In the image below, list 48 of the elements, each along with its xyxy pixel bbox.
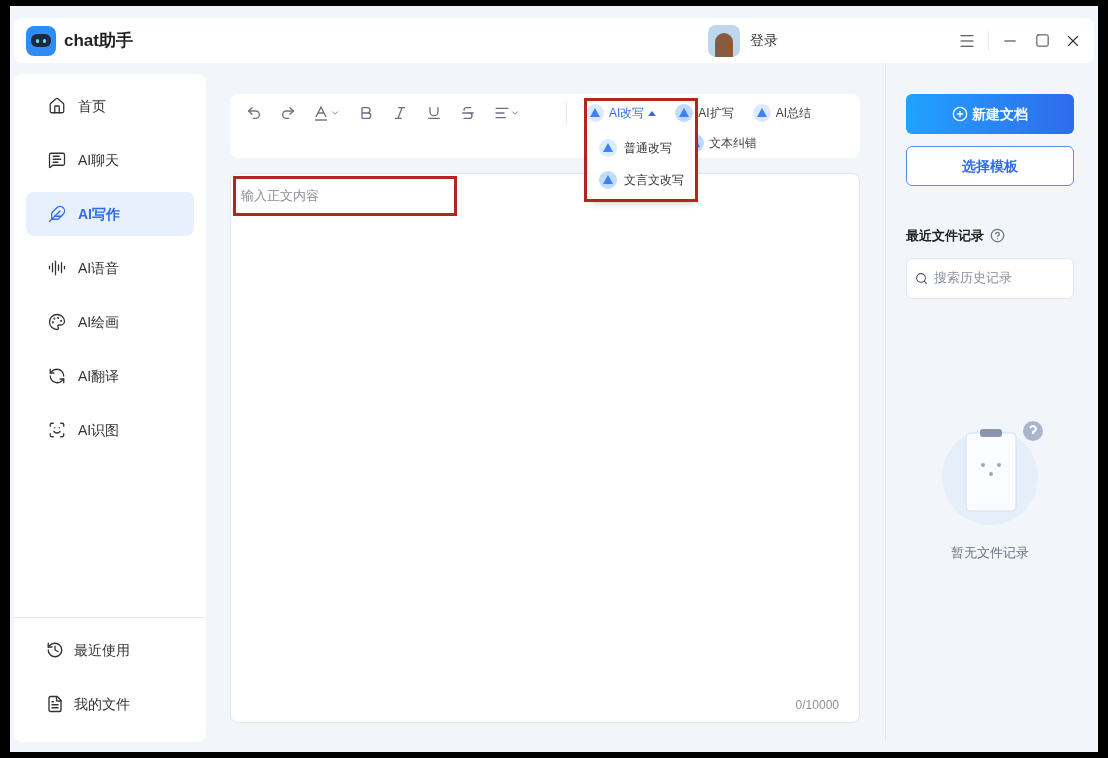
- ai-tool-button[interactable]: AI总结: [751, 102, 812, 124]
- feather-icon: [48, 205, 66, 223]
- avatar[interactable]: [708, 24, 740, 57]
- section-title: 最近文件记录: [906, 227, 984, 245]
- sidebar-item[interactable]: AI写作: [26, 192, 194, 236]
- robot-logo-icon: [26, 25, 56, 56]
- app-title: chat助手: [64, 29, 133, 52]
- sidebar-item[interactable]: AI绘画: [26, 300, 194, 344]
- underline-icon[interactable]: [426, 105, 442, 121]
- character-counter: 0/10000: [795, 697, 839, 714]
- bold-icon[interactable]: [358, 105, 374, 121]
- palette-icon: [48, 313, 66, 331]
- circular-arrows-icon: [48, 367, 66, 385]
- chat-bubble-icon: [48, 151, 66, 169]
- home-icon: [48, 97, 66, 115]
- search-input[interactable]: 搜索历史记录: [934, 268, 1065, 288]
- search-icon: [915, 270, 929, 286]
- strikethrough-icon[interactable]: [460, 105, 476, 121]
- dropdown-item[interactable]: 文言文改写: [588, 164, 698, 196]
- plus-circle-icon: [952, 106, 968, 122]
- history-icon: [46, 641, 64, 659]
- sidebar-item[interactable]: 我的文件: [26, 682, 194, 726]
- undo-icon[interactable]: [246, 105, 262, 121]
- align-icon[interactable]: [494, 105, 520, 121]
- login-button[interactable]: 登录: [750, 30, 778, 51]
- maximize-icon[interactable]: [1035, 33, 1050, 48]
- text-input-field[interactable]: 输入正文内容: [241, 186, 449, 206]
- help-icon[interactable]: [990, 228, 1005, 244]
- scan-face-icon: [48, 421, 66, 439]
- ai-tool-button[interactable]: AI扩写: [674, 102, 734, 124]
- redo-icon[interactable]: [280, 105, 296, 121]
- sidebar-item[interactable]: AI识图: [26, 408, 194, 452]
- sidebar-item[interactable]: AI聊天: [26, 138, 194, 182]
- document-icon: [46, 695, 64, 713]
- dropdown-item[interactable]: 普通改写: [588, 132, 698, 164]
- audio-wave-icon: [48, 259, 66, 277]
- sidebar-item[interactable]: AI语音: [26, 246, 194, 290]
- font-color-icon[interactable]: [314, 105, 340, 121]
- ai-tool-button[interactable]: AI改写: [585, 102, 657, 124]
- italic-icon[interactable]: [392, 105, 408, 121]
- select-template-button[interactable]: 选择模板: [906, 146, 1074, 186]
- search-field[interactable]: 搜索历史记录: [906, 257, 1074, 299]
- empty-state-text: 暂无文件记录: [951, 543, 1029, 562]
- sidebar-item[interactable]: 最近使用: [26, 628, 194, 672]
- sidebar-item[interactable]: 首页: [26, 84, 194, 128]
- sidebar-item[interactable]: AI翻译: [26, 354, 194, 398]
- new-document-button[interactable]: 新建文档: [906, 94, 1074, 134]
- caret-icon: [648, 110, 657, 116]
